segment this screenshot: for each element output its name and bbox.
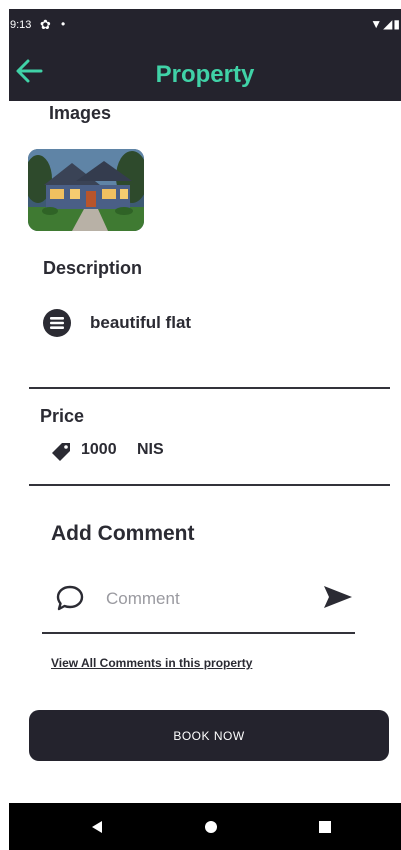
status-time: 9:13 [10, 19, 32, 31]
add-comment-heading: Add Comment [51, 522, 195, 545]
recents-square-icon[interactable] [315, 817, 335, 837]
description-text: beautiful flat [90, 313, 192, 332]
settings-notification-icon: ✿ [40, 17, 51, 32]
description-label: Description [43, 258, 143, 278]
chat-bubble-icon [56, 585, 84, 611]
images-label: Images [49, 103, 112, 123]
book-now-button[interactable]: BOOK NOW [29, 710, 389, 761]
home-circle-icon[interactable] [201, 817, 221, 837]
comment-input[interactable] [104, 583, 308, 615]
tag-icon [52, 443, 70, 461]
back-triangle-icon[interactable] [87, 817, 107, 837]
list-icon [43, 309, 71, 337]
notification-dot-icon: • [61, 17, 66, 31]
price-currency: NIS [137, 441, 164, 458]
send-icon[interactable] [322, 583, 354, 611]
view-all-comments-link[interactable]: View All Comments in this property [51, 656, 252, 670]
house-image [28, 149, 144, 231]
comment-field [42, 575, 355, 634]
app-bar: 9:13 ✿ • ▼◢▮ Property [9, 9, 401, 101]
status-bar: 9:13 ✿ • ▼◢▮ [9, 9, 401, 39]
divider [29, 484, 390, 486]
divider [29, 387, 390, 389]
system-status-icons: ▼◢▮ [370, 17, 401, 31]
page-title: Property [155, 61, 255, 88]
property-image[interactable] [28, 149, 144, 231]
price-value: 1000 [81, 441, 117, 458]
price-label: Price [40, 406, 85, 426]
system-nav-bar [9, 803, 401, 850]
